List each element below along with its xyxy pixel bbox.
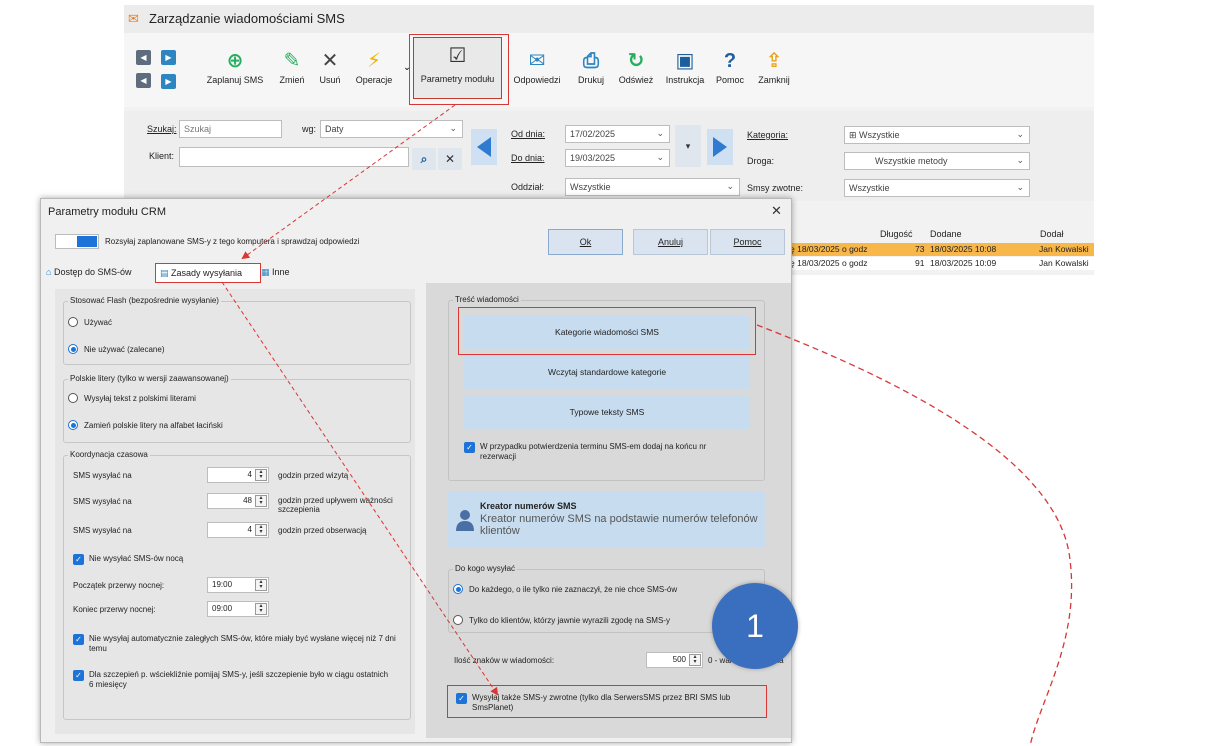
step-badge: 1 — [712, 583, 798, 669]
arrow-to-tab — [241, 104, 456, 260]
annotation-arrows — [221, 104, 1073, 746]
arrow-to-return-checkbox — [221, 281, 499, 696]
curve-from-categories — [756, 324, 1073, 746]
